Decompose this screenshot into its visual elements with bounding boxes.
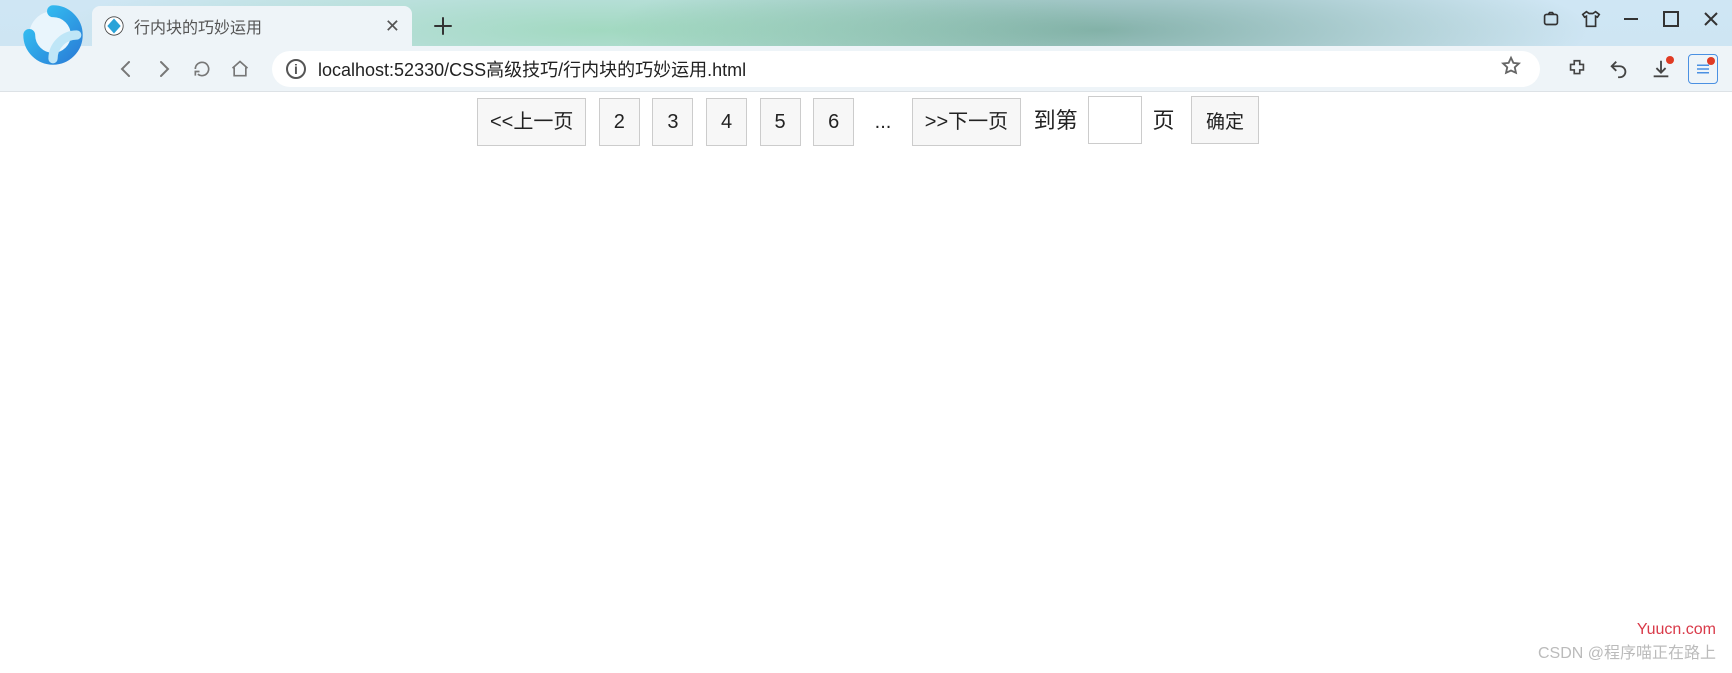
browser-tab[interactable]: 行内块的巧妙运用 ✕: [92, 6, 412, 46]
goto-page-input[interactable]: [1088, 96, 1142, 144]
goto-prefix-label: 到第: [1034, 97, 1078, 145]
menu-button[interactable]: [1688, 54, 1718, 84]
address-bar[interactable]: i: [272, 51, 1540, 87]
pagination-ellipsis: ...: [863, 99, 904, 147]
page-number-button[interactable]: 4: [706, 98, 747, 146]
prev-page-button[interactable]: <<上一页: [477, 98, 586, 146]
goto-confirm-button[interactable]: 确定: [1191, 96, 1259, 144]
page-body: <<上一页 2 3 4 5 6 ... >>下一页 到第 页 确定: [0, 92, 1732, 147]
back-button[interactable]: [110, 53, 142, 85]
bookmark-star-icon[interactable]: [1500, 55, 1522, 82]
downloads-icon[interactable]: [1646, 54, 1676, 84]
close-icon[interactable]: [1700, 8, 1722, 30]
browser-chrome: 行内块的巧妙运用 ✕: [0, 0, 1732, 92]
extensions-icon[interactable]: [1562, 54, 1592, 84]
screenshot-icon[interactable]: [1540, 8, 1562, 30]
browser-logo-icon: [20, 2, 86, 68]
maximize-icon[interactable]: [1660, 8, 1682, 30]
notification-dot-icon: [1666, 56, 1674, 64]
site-info-icon[interactable]: i: [286, 59, 306, 79]
page-number-button[interactable]: 5: [760, 98, 801, 146]
reload-button[interactable]: [186, 53, 218, 85]
toolbar-right-icons: [1556, 54, 1718, 84]
forward-button[interactable]: [148, 53, 180, 85]
home-button[interactable]: [224, 53, 256, 85]
tab-title: 行内块的巧妙运用: [134, 14, 262, 38]
undo-icon[interactable]: [1604, 54, 1634, 84]
tab-close-icon[interactable]: ✕: [383, 16, 402, 37]
browser-toolbar: i: [0, 46, 1732, 92]
next-page-button[interactable]: >>下一页: [912, 98, 1021, 146]
page-number-button[interactable]: 6: [813, 98, 854, 146]
window-controls: [1540, 8, 1722, 30]
new-tab-button[interactable]: [428, 11, 458, 41]
page-number-button[interactable]: 2: [599, 98, 640, 146]
minimize-icon[interactable]: [1620, 8, 1642, 30]
watermark-site: Yuucn.com: [1637, 621, 1716, 639]
notification-dot-icon: [1707, 57, 1715, 65]
watermark-credit: CSDN @程序喵正在路上: [1538, 639, 1716, 663]
page-number-button[interactable]: 3: [652, 98, 693, 146]
tshirt-icon[interactable]: [1580, 8, 1602, 30]
address-input[interactable]: [318, 58, 1500, 79]
tab-favicon-icon: [104, 16, 124, 36]
goto-suffix-label: 页: [1153, 97, 1175, 145]
tab-strip: 行内块的巧妙运用 ✕: [0, 0, 1732, 46]
